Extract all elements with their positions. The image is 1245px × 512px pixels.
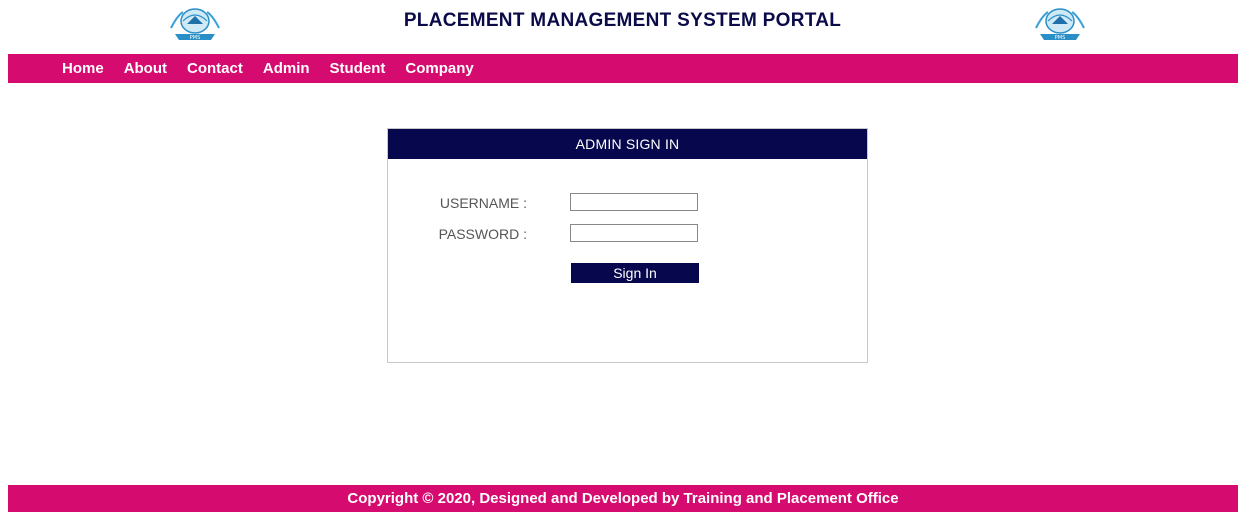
- pms-logo-right-icon: PMS: [1035, 8, 1085, 41]
- svg-text:PMS: PMS: [190, 35, 201, 41]
- nav-item-home[interactable]: Home: [62, 60, 104, 77]
- nav-item-contact[interactable]: Contact: [187, 60, 243, 77]
- password-input[interactable]: [570, 224, 698, 242]
- header: PMS PLACEMENT MANAGEMENT SYSTEM PORTAL P…: [0, 0, 1245, 50]
- username-row: USERNAME :: [388, 193, 867, 213]
- sign-in-button[interactable]: Sign In: [571, 263, 699, 283]
- nav-menu: Home About Contact Admin Student Company: [62, 54, 494, 83]
- username-input[interactable]: [570, 193, 698, 211]
- nav-item-company[interactable]: Company: [405, 60, 473, 77]
- svg-text:PMS: PMS: [1055, 35, 1066, 41]
- username-label: USERNAME :: [439, 195, 527, 211]
- login-heading: ADMIN SIGN IN: [388, 129, 867, 159]
- password-label: PASSWORD :: [438, 226, 527, 242]
- password-row: PASSWORD :: [388, 224, 867, 244]
- nav-item-about[interactable]: About: [124, 60, 167, 77]
- admin-login-panel: ADMIN SIGN IN USERNAME : PASSWORD : Sign…: [387, 128, 868, 363]
- footer-copyright: Copyright © 2020, Designed and Developed…: [8, 485, 1238, 512]
- nav-item-student[interactable]: Student: [330, 60, 386, 77]
- nav-item-admin[interactable]: Admin: [263, 60, 310, 77]
- nav-bar: Home About Contact Admin Student Company: [8, 54, 1238, 83]
